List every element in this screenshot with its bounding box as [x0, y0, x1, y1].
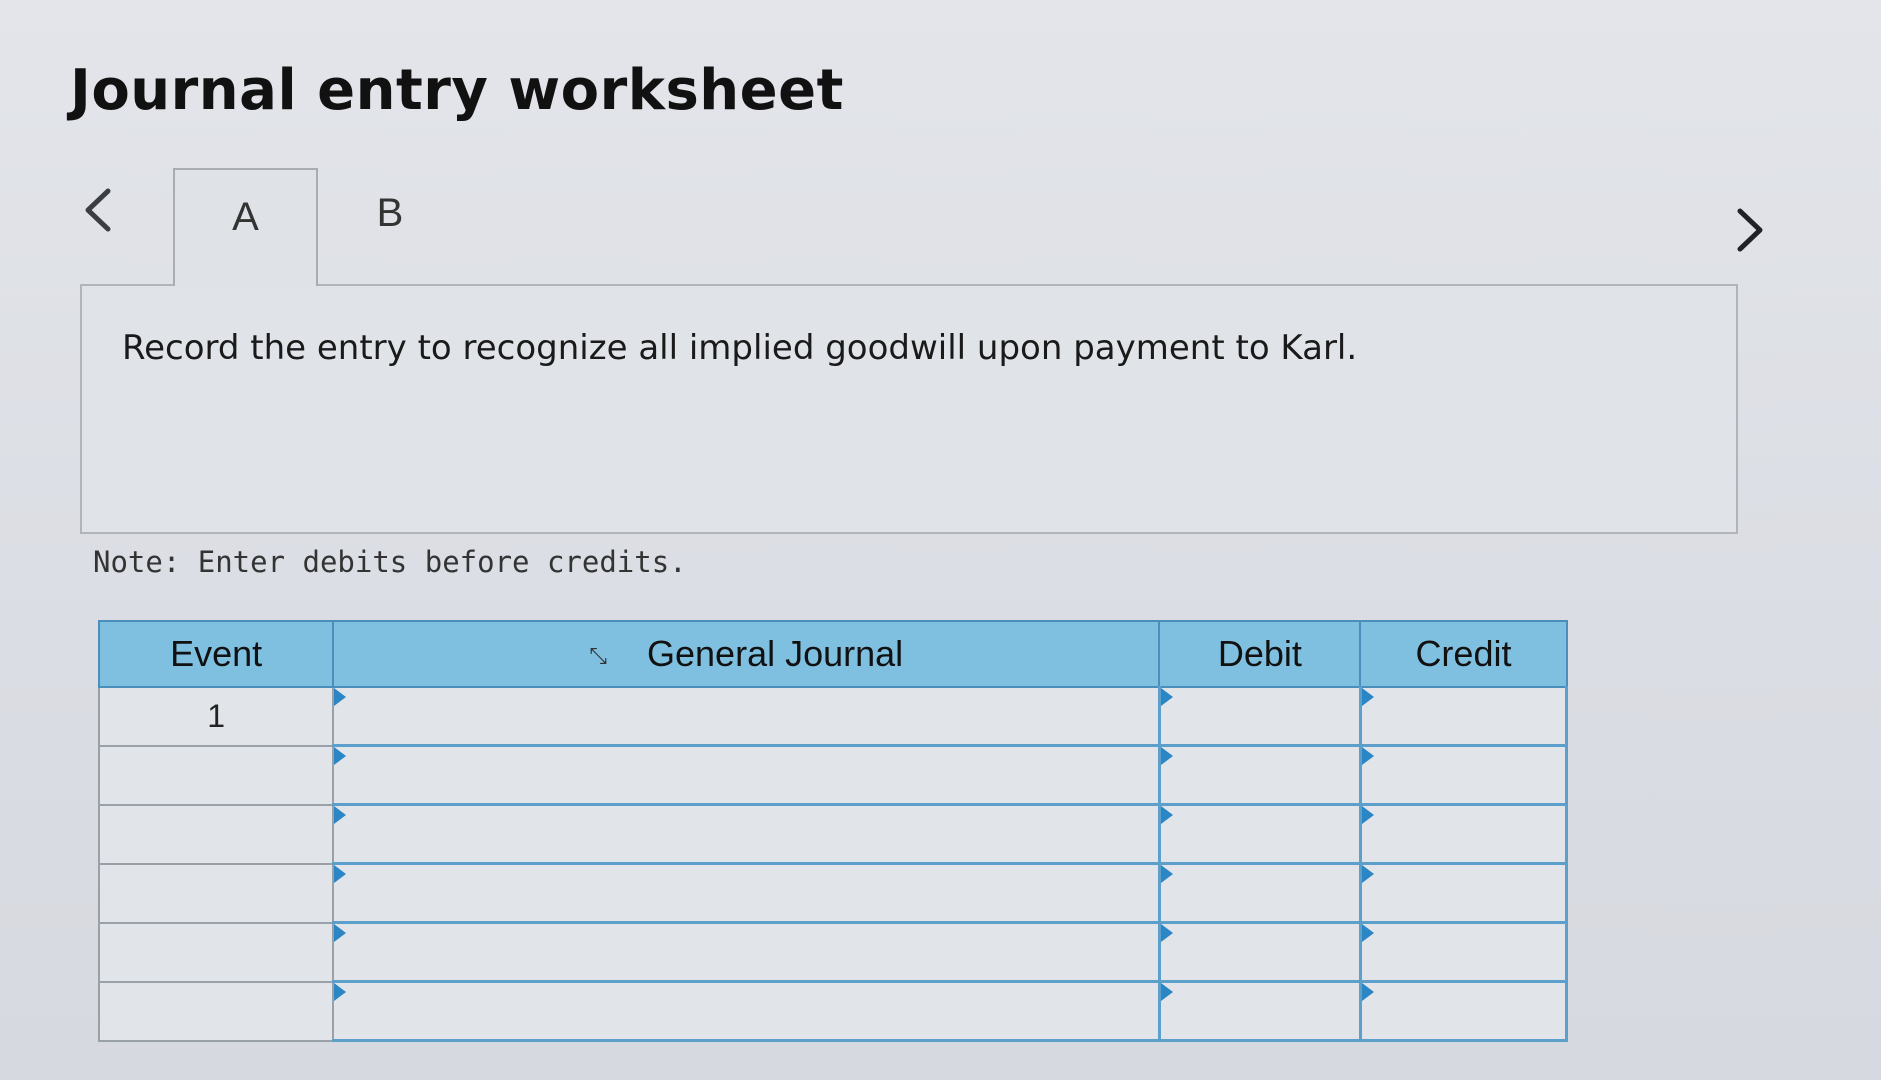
table-header-row: Event ⤡ General Journal Debit Credit [97, 620, 1568, 688]
note-text: Note: Enter debits before credits. [93, 545, 687, 579]
header-general-journal-label: General Journal [647, 633, 904, 674]
prev-button[interactable] [78, 185, 118, 235]
credit-cell[interactable] [1360, 804, 1569, 865]
prompt-text: Record the entry to recognize all implie… [122, 328, 1358, 368]
chevron-left-icon [85, 188, 111, 232]
debit-cell[interactable] [1159, 863, 1362, 924]
credit-cell[interactable] [1360, 745, 1569, 806]
page-title: Journal entry worksheet [70, 58, 844, 123]
header-event: Event [97, 620, 335, 688]
credit-cell[interactable] [1360, 687, 1569, 747]
prompt-box: Record the entry to recognize all implie… [80, 284, 1738, 534]
debit-cell[interactable] [1159, 745, 1362, 806]
table-row [97, 980, 1569, 1042]
general-journal-cell[interactable] [333, 981, 1161, 1042]
event-cell [97, 921, 335, 983]
event-cell: 1 [97, 686, 335, 747]
general-journal-cell[interactable] [333, 922, 1161, 983]
event-cell [97, 862, 335, 924]
event-cell [97, 744, 335, 806]
tab-b[interactable]: B [330, 168, 450, 280]
header-general-journal: ⤡ General Journal [332, 620, 1161, 688]
header-credit: Credit [1359, 620, 1568, 688]
credit-cell[interactable] [1360, 981, 1569, 1042]
credit-cell[interactable] [1360, 863, 1569, 924]
credit-cell[interactable] [1360, 922, 1569, 983]
sort-icon[interactable]: ⤡ [589, 643, 607, 669]
table-row [97, 744, 1569, 806]
general-journal-cell[interactable] [333, 745, 1161, 806]
general-journal-cell[interactable] [333, 687, 1161, 747]
debit-cell[interactable] [1159, 922, 1362, 983]
event-cell [97, 980, 335, 1042]
debit-cell[interactable] [1159, 804, 1362, 865]
general-journal-cell[interactable] [333, 804, 1161, 865]
journal-table: Event ⤡ General Journal Debit Credit 1 [97, 620, 1569, 1042]
table-row [97, 803, 1569, 865]
header-debit: Debit [1158, 620, 1362, 688]
table-row [97, 862, 1569, 924]
general-journal-cell[interactable] [333, 863, 1161, 924]
next-button[interactable] [1730, 205, 1770, 255]
debit-cell[interactable] [1159, 687, 1362, 747]
table-row [97, 921, 1569, 983]
table-row: 1 [97, 686, 1569, 747]
event-cell [97, 803, 335, 865]
tab-a[interactable]: A [173, 168, 318, 286]
chevron-right-icon [1737, 208, 1763, 252]
debit-cell[interactable] [1159, 981, 1362, 1042]
